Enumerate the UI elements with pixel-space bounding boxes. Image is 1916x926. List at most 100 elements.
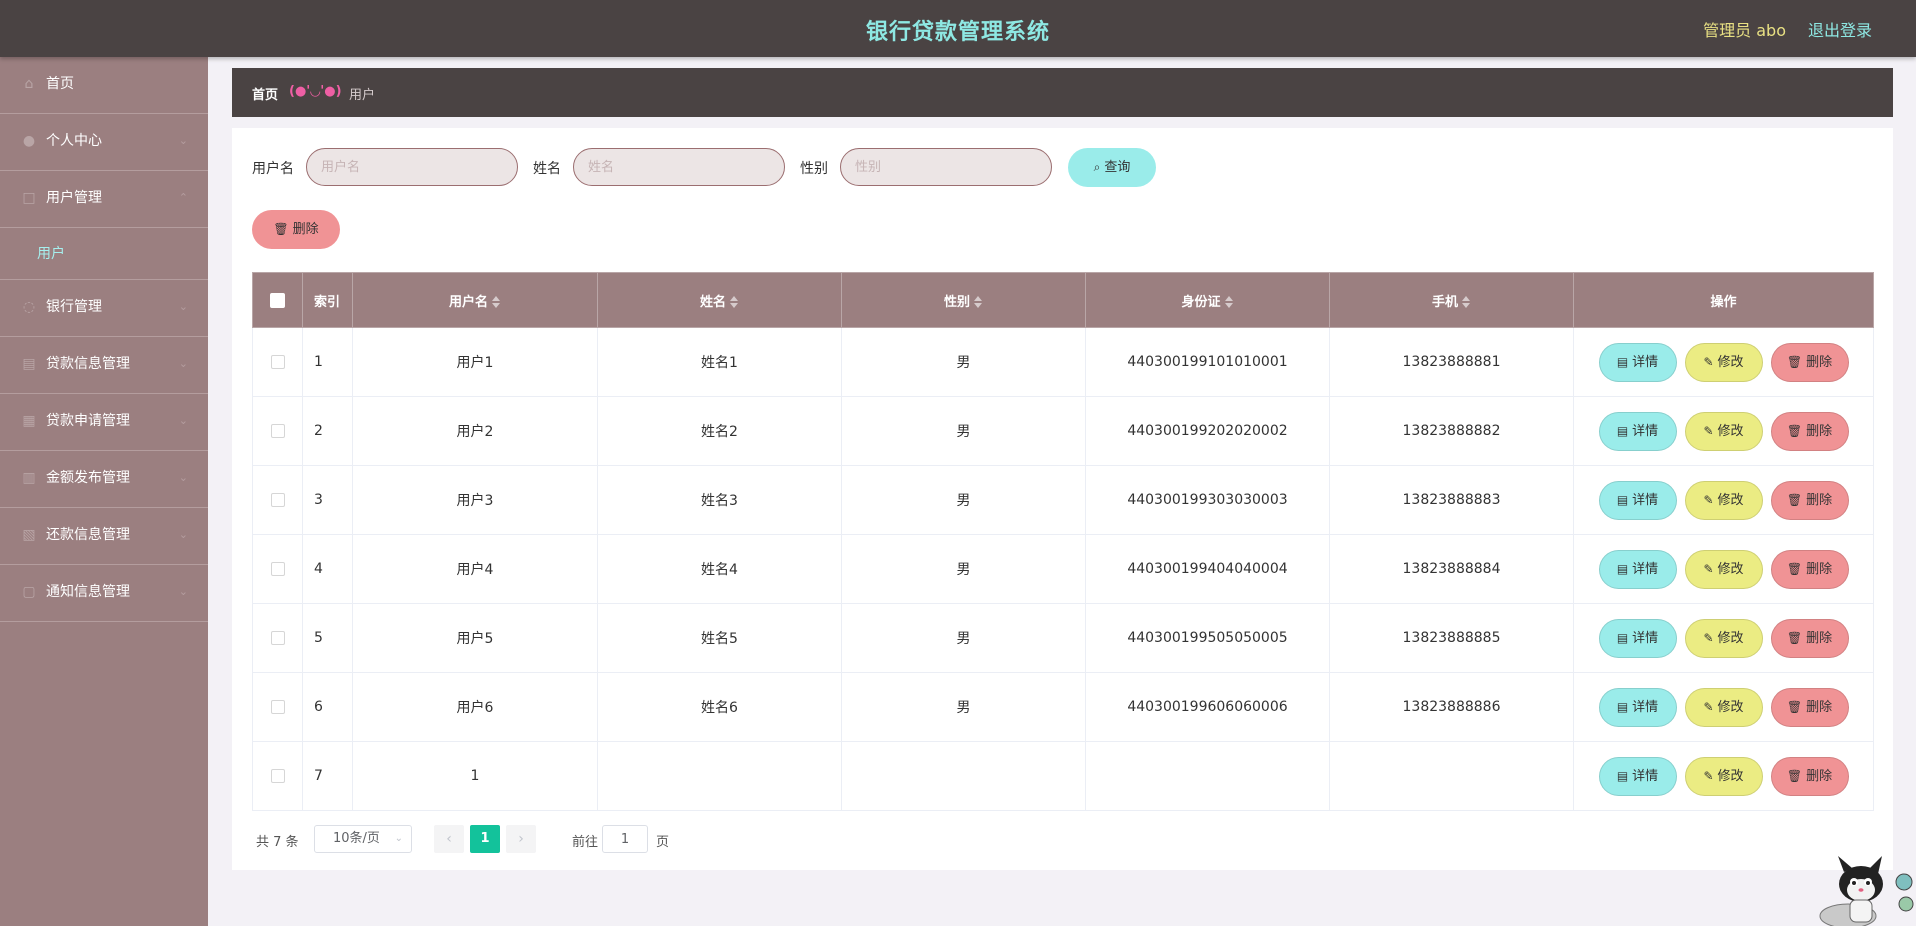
row-actions: ▤ 详情 ✎ 修改 🗑 删除 bbox=[1574, 756, 1873, 796]
column-header-id-card[interactable]: 身份证 bbox=[1085, 272, 1330, 328]
mascot-cat-icon[interactable] bbox=[1808, 854, 1916, 926]
sort-icon[interactable] bbox=[730, 296, 739, 308]
sidebar-item-home[interactable]: ⌂ 首页 bbox=[0, 57, 208, 114]
sidebar-subitem-user[interactable]: 用户 bbox=[0, 228, 208, 280]
cell-id-card bbox=[1085, 741, 1330, 811]
breadcrumb-home-link[interactable]: 首页 bbox=[252, 84, 278, 103]
detail-button[interactable]: ▤ 详情 bbox=[1598, 342, 1677, 382]
sidebar-item-user-management[interactable]: □ 用户管理 ⌃ bbox=[0, 171, 208, 228]
cell-username: 用户1 bbox=[352, 327, 598, 397]
sidebar-item-personal-center[interactable]: ● 个人中心 ⌄ bbox=[0, 114, 208, 171]
row-checkbox[interactable] bbox=[270, 493, 285, 507]
sidebar-item-loan-info[interactable]: ▤ 贷款信息管理 ⌄ bbox=[0, 337, 208, 394]
detail-button[interactable]: ▤ 详情 bbox=[1598, 687, 1677, 727]
sort-icon[interactable] bbox=[1462, 296, 1471, 308]
sidebar-item-label: 通知信息管理 bbox=[46, 584, 130, 600]
row-checkbox[interactable] bbox=[270, 424, 285, 438]
delete-button[interactable]: 🗑 删除 bbox=[1770, 411, 1849, 451]
sidebar-item-loan-application[interactable]: ▦ 贷款申请管理 ⌄ bbox=[0, 394, 208, 451]
table-body: 1 用户1 姓名1 男 440300199101010001 13823888881 ▤ 详情… bbox=[252, 327, 1874, 811]
row-checkbox[interactable] bbox=[270, 700, 285, 714]
sidebar-item-label: 个人中心 bbox=[46, 133, 102, 149]
detail-button[interactable]: ▤ 详情 bbox=[1598, 618, 1677, 658]
delete-button[interactable]: 🗑 删除 bbox=[1770, 549, 1849, 589]
goto-page-input[interactable] bbox=[602, 825, 648, 853]
edit-button[interactable]: ✎ 修改 bbox=[1684, 618, 1763, 658]
sort-icon[interactable] bbox=[974, 296, 983, 308]
row-checkbox[interactable] bbox=[270, 355, 285, 369]
cell-gender: 男 bbox=[841, 534, 1086, 604]
trash-icon: 🗑 bbox=[1786, 492, 1803, 507]
edit-button[interactable]: ✎ 修改 bbox=[1684, 411, 1763, 451]
row-checkbox[interactable] bbox=[270, 562, 285, 576]
username-filter-label: 用户名 bbox=[252, 161, 294, 177]
edit-button[interactable]: ✎ 修改 bbox=[1684, 480, 1763, 520]
select-all-checkbox[interactable] bbox=[270, 292, 285, 308]
detail-button[interactable]: ▤ 详情 bbox=[1598, 549, 1677, 589]
detail-button-label: 详情 bbox=[1632, 768, 1659, 784]
pencil-icon: ✎ bbox=[1703, 630, 1714, 645]
edit-button[interactable]: ✎ 修改 bbox=[1684, 687, 1763, 727]
query-button[interactable]: ⌕ 查询 bbox=[1068, 148, 1156, 187]
money-icon: ▥ bbox=[22, 470, 36, 486]
document-icon: ▤ bbox=[1616, 423, 1629, 438]
row-actions: ▤ 详情 ✎ 修改 🗑 删除 bbox=[1574, 480, 1873, 520]
chevron-down-icon: ⌄ bbox=[178, 357, 188, 370]
detail-button[interactable]: ▤ 详情 bbox=[1598, 756, 1677, 796]
cell-name: 姓名6 bbox=[597, 672, 842, 742]
delete-button[interactable]: 🗑 删除 bbox=[1770, 687, 1849, 727]
sort-icon[interactable] bbox=[492, 296, 501, 308]
column-header-username[interactable]: 用户名 bbox=[352, 272, 598, 328]
sidebar-item-repayment-info[interactable]: ▧ 还款信息管理 ⌄ bbox=[0, 508, 208, 565]
detail-button[interactable]: ▤ 详情 bbox=[1598, 411, 1677, 451]
cell-actions: ▤ 详情 ✎ 修改 🗑 删除 bbox=[1573, 603, 1874, 673]
column-header-phone[interactable]: 手机 bbox=[1329, 272, 1574, 328]
next-page-button[interactable]: › bbox=[506, 825, 536, 853]
edit-button[interactable]: ✎ 修改 bbox=[1684, 342, 1763, 382]
logout-link[interactable]: 退出登录 bbox=[1808, 17, 1872, 41]
page-size-select[interactable]: 10条/页 ⌄ bbox=[314, 825, 412, 853]
breadcrumb-current: 用户 bbox=[349, 88, 376, 103]
sidebar-item-amount-release[interactable]: ▥ 金额发布管理 ⌄ bbox=[0, 451, 208, 508]
trash-icon: 🗑 bbox=[1786, 699, 1803, 714]
column-header-name[interactable]: 姓名 bbox=[597, 272, 842, 328]
main-panel: 用户名 姓名 性别 ⌕查询 🗑删除 索引 用户名 姓名 性别 身份证 手机 操作… bbox=[232, 128, 1893, 870]
sidebar-item-label: 贷款申请管理 bbox=[46, 413, 130, 429]
pencil-icon: ✎ bbox=[1703, 561, 1714, 576]
page-number-current[interactable]: 1 bbox=[470, 825, 500, 853]
delete-button[interactable]: 🗑 删除 bbox=[1770, 480, 1849, 520]
edit-button[interactable]: ✎ 修改 bbox=[1684, 549, 1763, 589]
row-checkbox[interactable] bbox=[270, 769, 285, 783]
row-actions: ▤ 详情 ✎ 修改 🗑 删除 bbox=[1574, 549, 1873, 589]
username-filter-input[interactable] bbox=[306, 148, 518, 186]
cell-phone: 13823888884 bbox=[1329, 534, 1574, 604]
breadcrumb-separator: (●'◡'●) bbox=[289, 84, 342, 99]
detail-button[interactable]: ▤ 详情 bbox=[1598, 480, 1677, 520]
row-actions: ▤ 详情 ✎ 修改 🗑 删除 bbox=[1574, 618, 1873, 658]
sort-icon[interactable] bbox=[1224, 296, 1234, 308]
sidebar-item-label: 还款信息管理 bbox=[46, 527, 130, 543]
cell-actions: ▤ 详情 ✎ 修改 🗑 删除 bbox=[1573, 465, 1874, 535]
delete-button[interactable]: 🗑 删除 bbox=[1770, 342, 1849, 382]
repayment-icon: ▧ bbox=[22, 527, 36, 543]
delete-button[interactable]: 🗑 删除 bbox=[1770, 618, 1849, 658]
row-select-cell bbox=[252, 465, 303, 535]
prev-page-button[interactable]: ‹ bbox=[434, 825, 464, 853]
name-filter-label: 姓名 bbox=[533, 161, 561, 177]
cell-id-card: 440300199202020002 bbox=[1085, 396, 1330, 466]
row-checkbox[interactable] bbox=[270, 631, 285, 645]
sidebar-item-bank-management[interactable]: ◌ 银行管理 ⌄ bbox=[0, 280, 208, 337]
cell-gender: 男 bbox=[841, 672, 1086, 742]
sidebar-item-notice-info[interactable]: ▢ 通知信息管理 ⌄ bbox=[0, 565, 208, 622]
name-filter-input[interactable] bbox=[573, 148, 785, 186]
delete-button[interactable]: 🗑 删除 bbox=[1770, 756, 1849, 796]
edit-button[interactable]: ✎ 修改 bbox=[1684, 756, 1763, 796]
column-header-gender[interactable]: 性别 bbox=[841, 272, 1086, 328]
bulk-delete-button[interactable]: 🗑 删除 bbox=[252, 210, 340, 249]
trash-icon: 🗑 bbox=[1786, 630, 1803, 645]
row-select-cell bbox=[252, 672, 303, 742]
chevron-down-icon: ⌄ bbox=[178, 471, 188, 484]
document-icon: ▤ bbox=[1616, 699, 1629, 714]
gender-filter-input[interactable] bbox=[840, 148, 1052, 186]
edit-button-label: 修改 bbox=[1717, 354, 1744, 370]
